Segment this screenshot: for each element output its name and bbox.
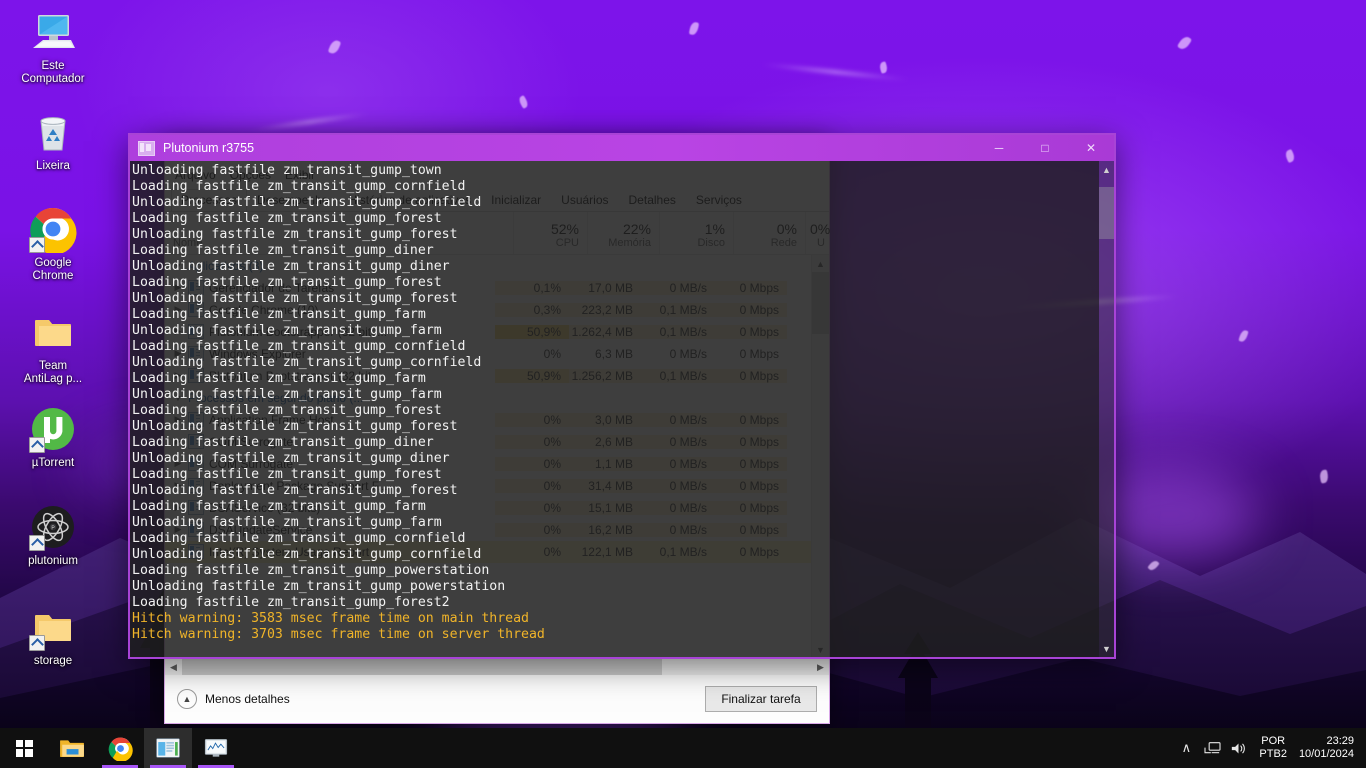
system-tray[interactable]: ∧ POR PTB2 23:29 10/01/2024 — [1173, 728, 1366, 768]
console-log-line: Unloading fastfile zm_transit_gump_farm — [132, 323, 1099, 339]
console-log-line: Loading fastfile zm_transit_gump_forest — [132, 467, 1099, 483]
clock-date: 10/01/2024 — [1299, 748, 1354, 761]
console-log-line: Unloading fastfile zm_transit_gump_farm — [132, 515, 1099, 531]
show-hidden-icons-button[interactable]: ∧ — [1173, 728, 1199, 768]
console-log-line: Loading fastfile zm_transit_gump_powerst… — [132, 563, 1099, 579]
less-details-label: Menos detalhes — [205, 692, 290, 706]
network-icon[interactable] — [1199, 728, 1225, 768]
perfmon-icon — [203, 737, 229, 759]
chrome-icon — [108, 736, 133, 761]
lang-line-1: POR — [1259, 735, 1287, 748]
desktop-icon-label: Google Chrome — [3, 257, 103, 283]
console-log-line: Unloading fastfile zm_transit_gump_diner — [132, 259, 1099, 275]
console-titlebar[interactable]: Plutonium r3755 ─ □ ✕ — [130, 135, 1114, 161]
process-table-horizontal-scrollbar[interactable]: ◀ ▶ — [165, 658, 829, 675]
desktop-icon-label: Team AntiLag p... — [3, 360, 103, 386]
folder-icon — [29, 603, 77, 651]
console-log-line: Unloading fastfile zm_transit_gump_power… — [132, 579, 1099, 595]
console-body: Unloading fastfile zm_transit_gump_townL… — [130, 161, 1114, 657]
shortcut-overlay-icon — [29, 437, 45, 453]
desktop-icon-label: plutonium — [3, 555, 103, 568]
shortcut-overlay-icon — [29, 635, 45, 651]
recycle-bin-icon — [29, 108, 77, 156]
desktop-icon-label: Este Computador — [3, 60, 103, 86]
console-maximize-button[interactable]: □ — [1022, 135, 1068, 161]
console-log-line: Loading fastfile zm_transit_gump_forest — [132, 403, 1099, 419]
taskbar-item-task-manager[interactable] — [144, 728, 192, 768]
desktop-icon-label: Lixeira — [3, 160, 103, 173]
windows-logo-icon — [16, 740, 33, 757]
console-warning-line: Hitch warning: 3583 msec frame time on m… — [132, 611, 1099, 627]
console-log-line: Loading fastfile zm_transit_gump_farm — [132, 307, 1099, 323]
console-log-line: Unloading fastfile zm_transit_gump_cornf… — [132, 355, 1099, 371]
scroll-left-icon[interactable]: ◀ — [165, 662, 182, 673]
chevron-up-icon: ▲ — [177, 689, 197, 709]
end-task-button[interactable]: Finalizar tarefa — [705, 686, 817, 712]
plutonium-window-icon — [138, 141, 155, 156]
console-log-line: Unloading fastfile zm_transit_gump_farm — [132, 387, 1099, 403]
taskbar-item-performance-monitor[interactable] — [192, 728, 240, 768]
console-log-output[interactable]: Unloading fastfile zm_transit_gump_townL… — [130, 161, 1099, 657]
console-log-line: Unloading fastfile zm_transit_gump_fores… — [132, 483, 1099, 499]
console-log-line: Loading fastfile zm_transit_gump_farm — [132, 499, 1099, 515]
console-log-line: Unloading fastfile zm_transit_gump_fores… — [132, 419, 1099, 435]
folder-icon — [29, 308, 77, 356]
console-scroll-thumb[interactable] — [1099, 187, 1114, 239]
desktop-icon-team-antilag[interactable]: Team AntiLag p... — [3, 308, 103, 386]
console-log-line: Loading fastfile zm_transit_gump_cornfie… — [132, 339, 1099, 355]
desktop-icon-este-computador[interactable]: Este Computador — [3, 8, 103, 86]
console-scroll-down-icon[interactable]: ▼ — [1099, 640, 1114, 657]
chrome-icon — [29, 205, 77, 253]
clock[interactable]: 23:29 10/01/2024 — [1295, 735, 1366, 761]
language-indicator[interactable]: POR PTB2 — [1251, 735, 1295, 761]
clock-time: 23:29 — [1299, 735, 1354, 748]
hscroll-thumb[interactable] — [182, 659, 662, 675]
taskbar-item-file-explorer[interactable] — [48, 728, 96, 768]
folder-icon — [59, 737, 85, 759]
desktop-icon-lixeira[interactable]: Lixeira — [3, 108, 103, 173]
console-log-line: Loading fastfile zm_transit_gump_diner — [132, 435, 1099, 451]
console-log-line: Unloading fastfile zm_transit_gump_cornf… — [132, 547, 1099, 563]
desktop-icon-label: storage — [3, 655, 103, 668]
console-log-line: Loading fastfile zm_transit_gump_forest2 — [132, 595, 1099, 611]
console-log-line: Unloading fastfile zm_transit_gump_fores… — [132, 291, 1099, 307]
console-log-line: Loading fastfile zm_transit_gump_forest — [132, 275, 1099, 291]
plutonium-console-window[interactable]: Plutonium r3755 ─ □ ✕ Unloading fastfile… — [128, 133, 1116, 659]
console-scroll-up-icon[interactable]: ▲ — [1099, 161, 1114, 178]
console-close-button[interactable]: ✕ — [1068, 135, 1114, 161]
task-manager-footer[interactable]: ▲ Menos detalhes Finalizar tarefa — [165, 675, 829, 723]
desktop-icon-google-chrome[interactable]: Google Chrome — [3, 205, 103, 283]
console-log-line: Unloading fastfile zm_transit_gump_cornf… — [132, 195, 1099, 211]
console-warning-line: Hitch warning: 3703 msec frame time on s… — [132, 627, 1099, 643]
console-log-line: Unloading fastfile zm_transit_gump_fores… — [132, 227, 1099, 243]
console-log-line: Loading fastfile zm_transit_gump_farm — [132, 371, 1099, 387]
shortcut-overlay-icon — [29, 535, 45, 551]
taskbar-item-chrome[interactable] — [96, 728, 144, 768]
utorrent-icon — [29, 405, 77, 453]
desktop-icon-storage[interactable]: storage — [3, 603, 103, 668]
plutonium-atom-icon: P — [29, 503, 77, 551]
console-log-line: Unloading fastfile zm_transit_gump_diner — [132, 451, 1099, 467]
task-manager-icon — [155, 737, 181, 759]
console-vertical-scrollbar[interactable]: ▲ ▼ — [1099, 161, 1114, 657]
hscroll-track[interactable] — [182, 659, 812, 675]
shortcut-overlay-icon — [29, 237, 45, 253]
less-details-button[interactable]: ▲ Menos detalhes — [177, 689, 290, 709]
desktop-icon-label: µTorrent — [3, 457, 103, 470]
console-log-line: Loading fastfile zm_transit_gump_cornfie… — [132, 531, 1099, 547]
desktop-icon-plutonium[interactable]: P plutonium — [3, 503, 103, 568]
console-title: Plutonium r3755 — [163, 141, 254, 155]
console-minimize-button[interactable]: ─ — [976, 135, 1022, 161]
console-log-line: Loading fastfile zm_transit_gump_forest — [132, 211, 1099, 227]
volume-icon[interactable] — [1225, 728, 1251, 768]
console-log-line: Loading fastfile zm_transit_gump_diner — [132, 243, 1099, 259]
scroll-right-icon[interactable]: ▶ — [812, 662, 829, 673]
desktop-icon-utorrent[interactable]: µTorrent — [3, 405, 103, 470]
lang-line-2: PTB2 — [1259, 748, 1287, 761]
start-button[interactable] — [0, 728, 48, 768]
console-log-line: Loading fastfile zm_transit_gump_cornfie… — [132, 179, 1099, 195]
this-pc-icon — [29, 8, 77, 56]
console-log-line: Unloading fastfile zm_transit_gump_town — [132, 163, 1099, 179]
taskbar[interactable]: ∧ POR PTB2 23:29 10/01/2024 — [0, 728, 1366, 768]
